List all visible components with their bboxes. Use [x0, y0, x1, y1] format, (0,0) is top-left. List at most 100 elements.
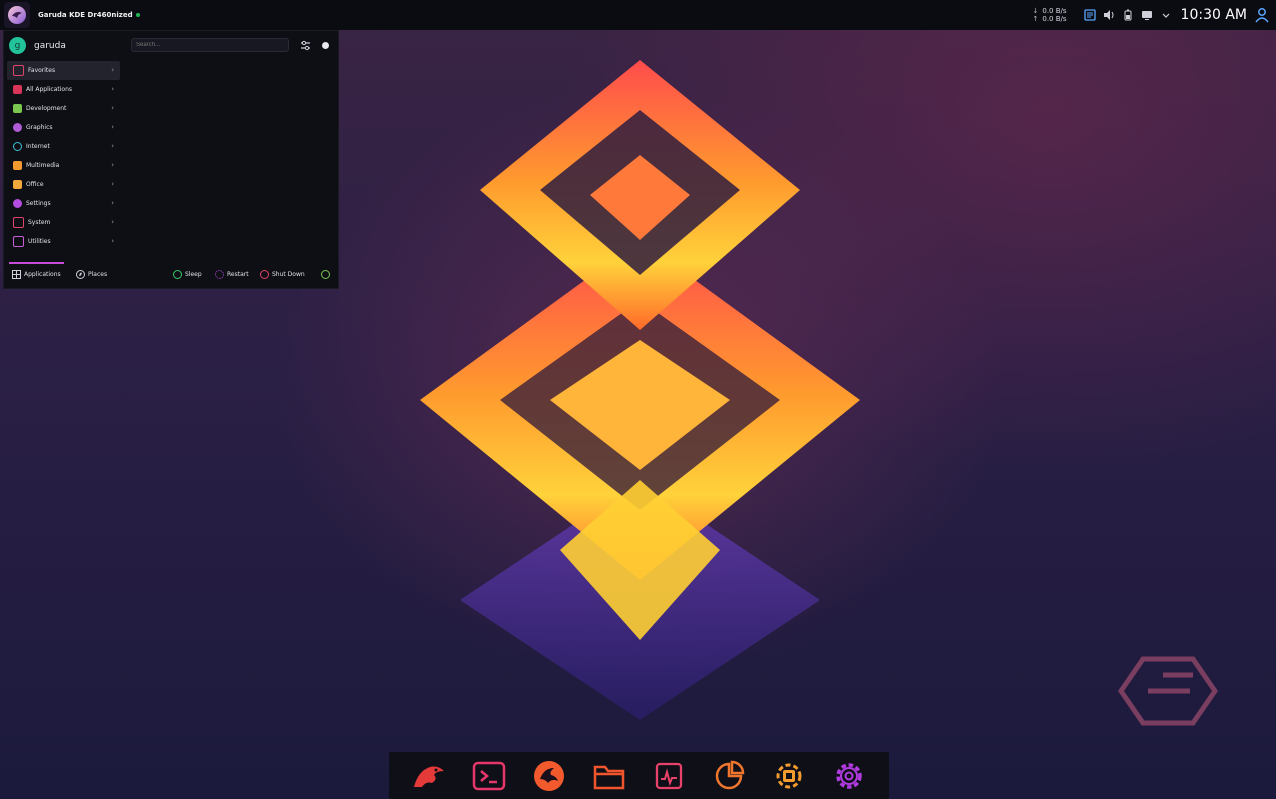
- dock: [389, 752, 889, 799]
- category-multimedia[interactable]: Multimedia ›: [7, 156, 120, 175]
- battery-icon[interactable]: [1122, 9, 1134, 21]
- avatar-letter: g: [14, 40, 21, 51]
- configure-icon[interactable]: [300, 40, 311, 51]
- category-label: Favorites: [28, 67, 56, 74]
- category-label: Internet: [26, 143, 50, 150]
- chevron-right-icon: ›: [111, 180, 114, 188]
- favorites-icon: [13, 65, 24, 76]
- volume-icon[interactable]: [1103, 9, 1115, 21]
- pin-button[interactable]: [322, 42, 329, 49]
- tab-places[interactable]: Places: [76, 270, 107, 279]
- category-label: Graphics: [26, 124, 53, 131]
- user-icon[interactable]: [1254, 7, 1270, 23]
- application-launcher-menu: g garuda Favorites › All Applications › …: [3, 30, 339, 289]
- leave-icon: [321, 270, 330, 279]
- restart-button[interactable]: Restart: [215, 270, 249, 279]
- chevron-right-icon: ›: [111, 237, 114, 245]
- chevron-right-icon: ›: [111, 142, 114, 150]
- dock-item-garuda-settings[interactable]: [770, 757, 808, 795]
- compass-icon: [76, 270, 85, 279]
- restart-label: Restart: [227, 271, 249, 278]
- category-label: Development: [26, 105, 67, 112]
- display-icon[interactable]: [1141, 9, 1153, 21]
- garuda-eagle-icon: [414, 766, 444, 787]
- dock-item-terminal[interactable]: [470, 757, 508, 795]
- dock-item-system-monitor[interactable]: [650, 757, 688, 795]
- category-label: Utilities: [28, 238, 51, 245]
- window-title-text: Garuda KDE Dr460nized: [38, 11, 133, 19]
- category-favorites[interactable]: Favorites ›: [7, 61, 120, 80]
- dock-item-garuda-assistant[interactable]: [410, 757, 448, 795]
- tab-label: Places: [88, 271, 108, 278]
- search-input[interactable]: [131, 38, 289, 52]
- dock-item-file-manager[interactable]: [590, 757, 628, 795]
- chevron-right-icon: ›: [111, 218, 114, 226]
- launcher-bottom-bar: Applications Places Sleep Restart Shut D…: [4, 262, 338, 288]
- internet-icon: [13, 142, 22, 151]
- leave-button[interactable]: [321, 270, 330, 279]
- avatar[interactable]: g: [9, 37, 26, 54]
- garuda-logo-icon: [8, 6, 26, 24]
- dock-item-system-settings[interactable]: [830, 757, 868, 795]
- network-speed[interactable]: ↓ ↑ 0.0 B/s 0.0 B/s: [1033, 7, 1067, 23]
- top-panel: Garuda KDE Dr460nized ↓ ↑ 0.0 B/s 0.0 B/s…: [0, 0, 1276, 30]
- category-office[interactable]: Office ›: [7, 175, 120, 194]
- terminal-icon: [472, 761, 506, 790]
- chevron-right-icon: ›: [111, 85, 114, 93]
- garuda-settings-icon: [776, 763, 802, 788]
- category-development[interactable]: Development ›: [7, 99, 120, 118]
- shutdown-icon: [260, 270, 269, 279]
- multimedia-icon: [13, 161, 22, 170]
- category-label: Multimedia: [26, 162, 60, 169]
- system-monitor-icon: [655, 762, 683, 789]
- net-up-speed: 0.0 B/s: [1042, 15, 1067, 23]
- tab-label: Applications: [24, 271, 61, 278]
- category-graphics[interactable]: Graphics ›: [7, 118, 120, 137]
- applications-icon: [12, 270, 21, 279]
- digital-clock[interactable]: 10:30 AM: [1181, 7, 1247, 23]
- category-internet[interactable]: Internet ›: [7, 137, 120, 156]
- category-settings[interactable]: Settings ›: [7, 194, 120, 213]
- sleep-icon: [173, 270, 182, 279]
- category-label: Settings: [26, 200, 51, 207]
- development-icon: [13, 104, 22, 113]
- active-window-title[interactable]: Garuda KDE Dr460nized: [38, 11, 140, 19]
- folder-icon: [593, 765, 625, 789]
- shutdown-label: Shut Down: [272, 271, 305, 278]
- shutdown-button[interactable]: Shut Down: [260, 270, 305, 279]
- category-utilities[interactable]: Utilities ›: [7, 232, 120, 251]
- disk-usage-icon: [715, 760, 745, 789]
- status-dot: [135, 13, 140, 17]
- category-system[interactable]: System ›: [7, 213, 120, 232]
- office-icon: [13, 180, 22, 189]
- chevron-right-icon: ›: [111, 161, 114, 169]
- category-label: All Applications: [26, 86, 72, 93]
- chevron-down-icon[interactable]: [1160, 9, 1172, 21]
- chevron-right-icon: ›: [111, 104, 114, 112]
- category-all-applications[interactable]: All Applications ›: [7, 80, 120, 99]
- net-arrows: ↓ ↑: [1032, 7, 1039, 23]
- active-tab-indicator: [9, 262, 64, 264]
- chevron-right-icon: ›: [111, 66, 114, 74]
- all-applications-icon: [13, 85, 22, 94]
- user-row[interactable]: g garuda: [9, 37, 66, 54]
- graphics-icon: [13, 123, 22, 132]
- clipboard-icon[interactable]: [1083, 9, 1096, 21]
- system-tray: ↓ ↑ 0.0 B/s 0.0 B/s 10:30 AM: [1033, 0, 1271, 30]
- chevron-right-icon: ›: [111, 199, 114, 207]
- settings-icon: [13, 199, 22, 208]
- dragon-icon: [534, 760, 564, 791]
- dock-item-garuda-welcome[interactable]: [530, 757, 568, 795]
- tab-applications[interactable]: Applications: [12, 270, 61, 279]
- category-label: System: [28, 219, 51, 226]
- application-launcher-button[interactable]: [4, 2, 30, 28]
- utilities-icon: [13, 236, 24, 247]
- sleep-button[interactable]: Sleep: [173, 270, 202, 279]
- system-icon: [13, 217, 24, 228]
- category-list: Favorites › All Applications › Developme…: [7, 61, 120, 251]
- category-label: Office: [26, 181, 44, 188]
- net-down-speed: 0.0 B/s: [1042, 7, 1067, 15]
- dock-item-disk-usage[interactable]: [710, 757, 748, 795]
- wallpaper-artwork: [420, 60, 860, 720]
- username: garuda: [34, 40, 66, 51]
